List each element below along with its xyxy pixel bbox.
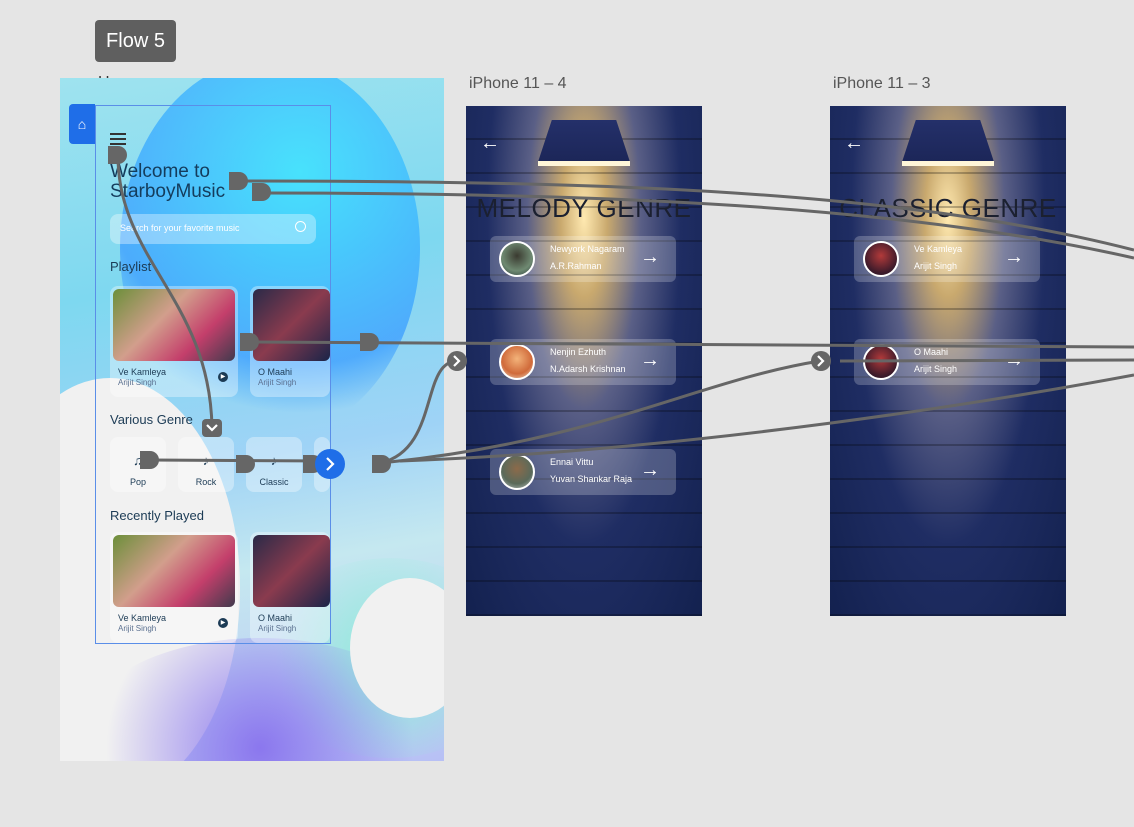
genre-label: Classic [259,477,289,487]
artist-avatar [863,241,899,277]
song-artist: Arijit Singh [914,261,958,271]
music-note-icon: ♪ [202,453,210,468]
song-artist: Arijit Singh [118,624,157,633]
right-arrow-icon[interactable]: → [640,349,660,372]
search-input[interactable]: Search for your favorite music [110,214,316,244]
song-title: Ve Kamleya [118,367,167,377]
song-artist: N.Adarsh Krishnan [550,364,626,374]
lamp [538,120,630,162]
song-artist: Yuvan Shankar Raja [550,474,633,484]
song-title: Ve Kamleya [118,613,167,623]
iphone4-artboard[interactable]: ← MELODY GENRE Newyork Nagaram A.R.Rahma… [466,106,702,616]
song-title: O Maahi [258,613,293,623]
song-title: Nenjin Ezhuth [550,347,607,357]
search-placeholder: Search for your favorite music [120,223,240,233]
play-icon[interactable]: ▶ [218,618,228,628]
song-row[interactable]: Ennai Vittu Yuvan Shankar Raja → [490,449,676,495]
iphone3-artboard[interactable]: ← CLASSIC GENRE Ve Kamleya Arijit Singh … [830,106,1066,616]
artboard-label-iphone4[interactable]: iPhone 11 – 4 [469,75,567,93]
lamp [902,120,994,162]
genre-label: Rock [195,477,217,487]
right-arrow-icon[interactable]: → [1004,349,1024,372]
genre-tile-classic[interactable]: ♪ Classic [246,437,302,492]
artboard-label-iphone3[interactable]: iPhone 11 – 3 [833,75,931,93]
recently-played-title: Recently Played [110,508,204,523]
album-art [253,535,330,607]
artist-avatar [499,241,535,277]
home-icon: ⌂ [77,116,87,132]
lamp-light [538,161,630,166]
song-artist: Arijit Singh [258,378,297,387]
song-title: O Maahi [258,367,293,377]
chevron-right-icon [453,355,461,367]
genre-label: Pop [129,477,146,487]
genre-heading: CLASSIC GENRE [839,193,1057,223]
album-art [113,289,235,361]
chevron-right-icon [817,355,825,367]
music-note-icon: ♫ [133,453,143,468]
song-title: Ennai Vittu [550,457,594,467]
album-art [113,535,235,607]
wire-target [447,351,467,371]
song-row[interactable]: Newyork Nagaram A.R.Rahman → [490,236,676,282]
artist-avatar [863,344,899,380]
hamburger-icon[interactable] [110,133,126,145]
song-title: Newyork Nagaram [550,244,625,254]
recent-card[interactable]: O Maahi Arijit Singh [250,532,330,643]
back-arrow-icon[interactable]: ← [844,132,864,155]
song-row[interactable]: O Maahi Arijit Singh → [854,339,1040,385]
back-arrow-icon[interactable]: ← [480,132,500,155]
artist-avatar [499,344,535,380]
home-start-flag[interactable]: ⌂ [69,104,95,144]
song-row[interactable]: Nenjin Ezhuth N.Adarsh Krishnan → [490,339,676,385]
song-artist: A.R.Rahman [550,261,602,271]
genre-heading: MELODY GENRE [476,193,692,223]
genre-title: Various Genre [110,412,193,427]
play-icon[interactable]: ▶ [218,372,228,382]
genre-tile-partial[interactable] [314,437,330,492]
playlist-card[interactable]: O Maahi Arijit Singh [250,286,330,397]
right-arrow-icon[interactable]: → [1004,246,1024,269]
recent-card[interactable]: Ve Kamleya Arijit Singh ▶ [110,532,238,643]
right-arrow-icon[interactable]: → [640,459,660,482]
wire-target [811,351,831,371]
playlist-card[interactable]: Ve Kamleya Arijit Singh ▶ [110,286,238,397]
right-arrow-icon[interactable]: → [640,246,660,269]
flow-badge[interactable]: Flow 5 [95,20,176,62]
search-icon[interactable] [295,221,306,232]
genre-tile-pop[interactable]: ♫ Pop [110,437,166,492]
song-row[interactable]: Ve Kamleya Arijit Singh → [854,236,1040,282]
song-title: O Maahi [914,347,949,357]
playlist-title: Playlist [110,259,152,274]
song-artist: Arijit Singh [258,624,297,633]
genre-tile-rock[interactable]: ♪ Rock [178,437,234,492]
welcome-heading: Welcome to StarboyMusic [110,161,226,202]
album-art [253,289,330,361]
song-artist: Arijit Singh [914,364,958,374]
music-note-icon: ♪ [270,453,278,468]
artist-avatar [499,454,535,490]
song-title: Ve Kamleya [914,244,963,254]
song-artist: Arijit Singh [118,378,157,387]
lamp-light [902,161,994,166]
